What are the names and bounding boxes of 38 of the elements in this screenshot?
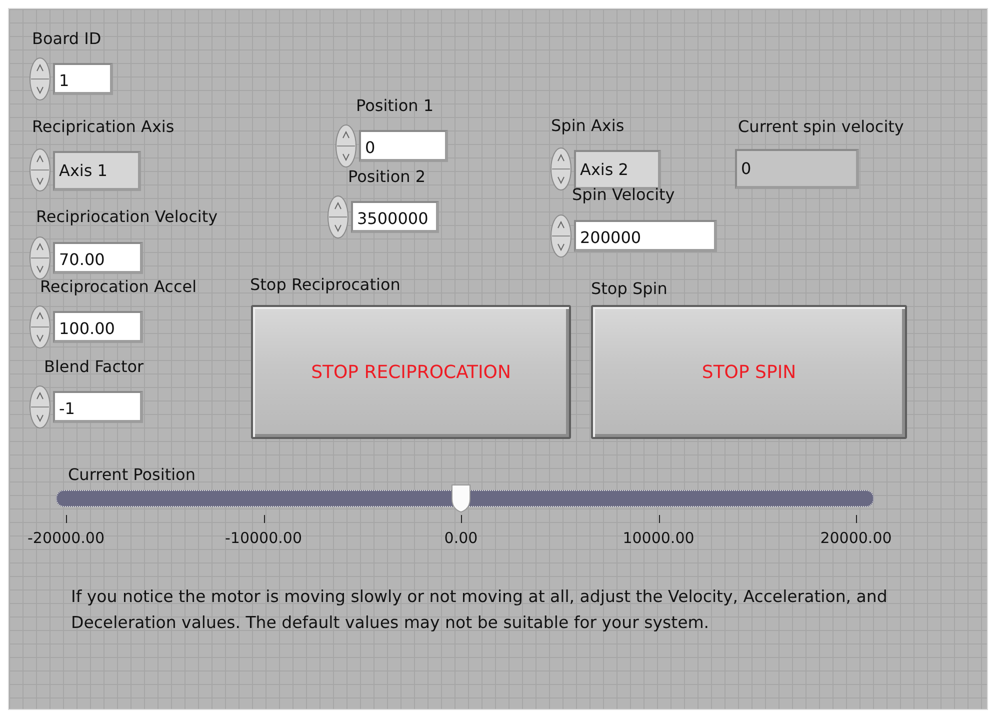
numeric-field[interactable]: -1 [53, 391, 143, 423]
slider-track[interactable] [56, 490, 874, 507]
control-label: Position 1 [356, 96, 434, 116]
increment-decrement-button[interactable] [549, 146, 573, 192]
numeric-field[interactable]: 70.00 [53, 242, 143, 274]
increment-decrement-button[interactable] [28, 56, 52, 102]
increment-decrement-button[interactable] [334, 123, 358, 169]
control-label: Blend Factor [44, 357, 144, 377]
numeric-field[interactable]: 0 [359, 130, 448, 162]
control-label: Recipriocation Velocity [36, 207, 218, 227]
note-text: If you notice the motor is moving slowly or not moving at all, adjust the Velocity, Acceleration, and Deceleration values. The default values may not be suitable for your system. [71, 586, 888, 634]
control-label: Spin Axis [551, 116, 624, 136]
numeric-field[interactable]: 100.00 [53, 311, 143, 343]
ring-field[interactable]: Axis 1 [53, 151, 141, 191]
numeric-field[interactable]: 3500000 [351, 201, 439, 233]
increment-decrement-button[interactable] [549, 213, 573, 259]
control-label: Board ID [32, 29, 102, 49]
control-label: Reciprocation Accel [40, 277, 197, 297]
control-label: Reciprication Axis [32, 117, 174, 137]
button-label: Stop Reciprocation [250, 275, 400, 295]
increment-decrement-button[interactable] [28, 147, 52, 193]
numeric-field[interactable]: 1 [53, 63, 113, 95]
increment-decrement-button[interactable] [326, 194, 350, 240]
tick-label: -10000.00 [225, 529, 302, 547]
control-label: Current spin velocity [738, 117, 904, 137]
increment-decrement-button[interactable] [28, 235, 52, 281]
control-label: Position 2 [348, 167, 426, 187]
tick-label: 10000.00 [622, 529, 694, 547]
increment-decrement-button[interactable] [28, 384, 52, 430]
slider-label: Current Position [68, 465, 196, 485]
numeric-field[interactable]: 200000 [574, 220, 717, 252]
tick-label: 0.00 [444, 529, 478, 547]
tick-label: -20000.00 [28, 529, 104, 547]
slider-thumb[interactable] [450, 483, 472, 513]
indicator-display: 0 [735, 149, 859, 189]
tick-label: 20000.00 [820, 529, 892, 547]
button-label: Stop Spin [591, 279, 668, 299]
increment-decrement-button[interactable] [28, 304, 52, 350]
